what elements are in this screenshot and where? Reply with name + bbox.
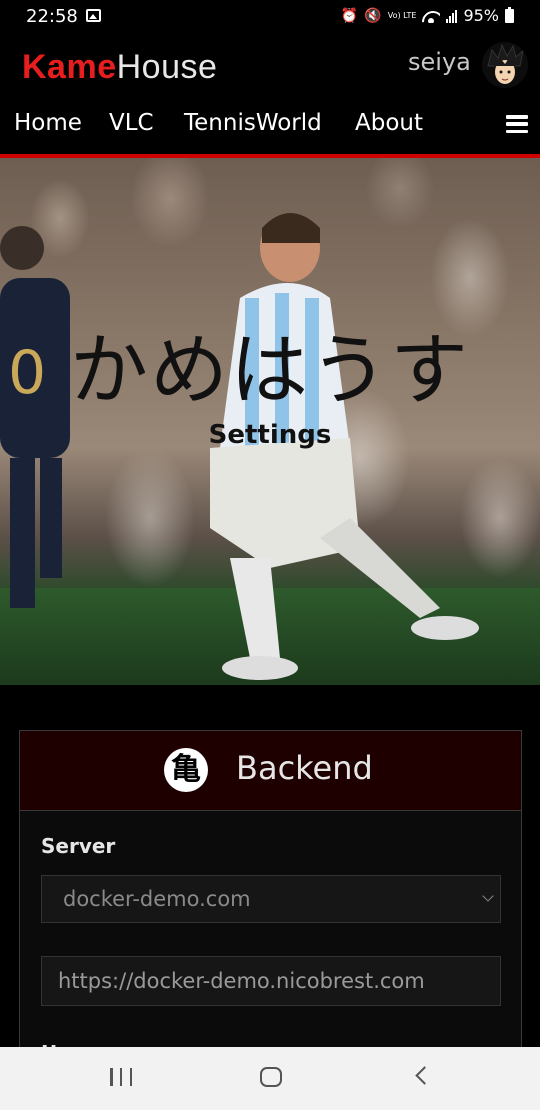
chevron-down-icon <box>482 890 494 902</box>
signal-icon <box>446 9 458 23</box>
status-time: 22:58 <box>26 6 78 27</box>
kame-logo-icon: 亀 <box>164 748 208 792</box>
backend-card-header[interactable]: 亀 Backend <box>20 731 521 811</box>
logo-kame: Kame <box>22 48 117 86</box>
recents-icon[interactable] <box>110 1068 132 1086</box>
hero-banner: 0 かめはうす Settings <box>0 158 540 685</box>
goku-avatar-icon <box>482 42 528 88</box>
alarm-icon: ⏰ <box>340 7 359 24</box>
server-select[interactable]: docker-demo.com <box>41 875 501 923</box>
backend-card-title: Backend <box>236 749 373 787</box>
battery-percent: 95% <box>463 6 499 25</box>
hamburger-menu-icon[interactable] <box>506 115 528 133</box>
logo[interactable]: KameHouse <box>22 48 217 87</box>
nav-tennisworld[interactable]: TennisWorld <box>184 110 322 136</box>
main-nav: Home VLC TennisWorld About <box>0 110 540 144</box>
server-label: Server <box>41 834 116 858</box>
server-select-value: docker-demo.com <box>63 887 251 911</box>
server-url-input[interactable] <box>41 956 501 1006</box>
nav-about[interactable]: About <box>355 110 423 136</box>
username[interactable]: seiya <box>408 48 471 76</box>
site-header: KameHouse seiya Home VLC TennisWorld Abo… <box>0 34 540 158</box>
android-nav-bar <box>0 1047 540 1110</box>
logo-house: House <box>116 48 218 86</box>
nav-home[interactable]: Home <box>14 110 82 136</box>
volte-icon: Vo) LTE <box>387 10 417 20</box>
hero-subtitle: Settings <box>208 420 332 450</box>
backend-card: 亀 Backend Server docker-demo.com U <box>19 730 522 1065</box>
status-icons: ⏰ 🔇 Vo) LTE 95% <box>341 6 514 25</box>
image-icon <box>86 9 101 22</box>
hero-title: かめはうす <box>69 326 470 416</box>
wifi-icon <box>422 9 440 23</box>
nav-vlc[interactable]: VLC <box>109 110 154 136</box>
back-icon[interactable] <box>415 1066 434 1085</box>
home-icon[interactable] <box>260 1067 282 1087</box>
battery-icon <box>505 6 514 23</box>
mute-icon: 🔇 <box>364 7 382 24</box>
status-bar: 22:58 ⏰ 🔇 Vo) LTE 95% <box>0 0 540 34</box>
avatar[interactable] <box>482 42 528 88</box>
